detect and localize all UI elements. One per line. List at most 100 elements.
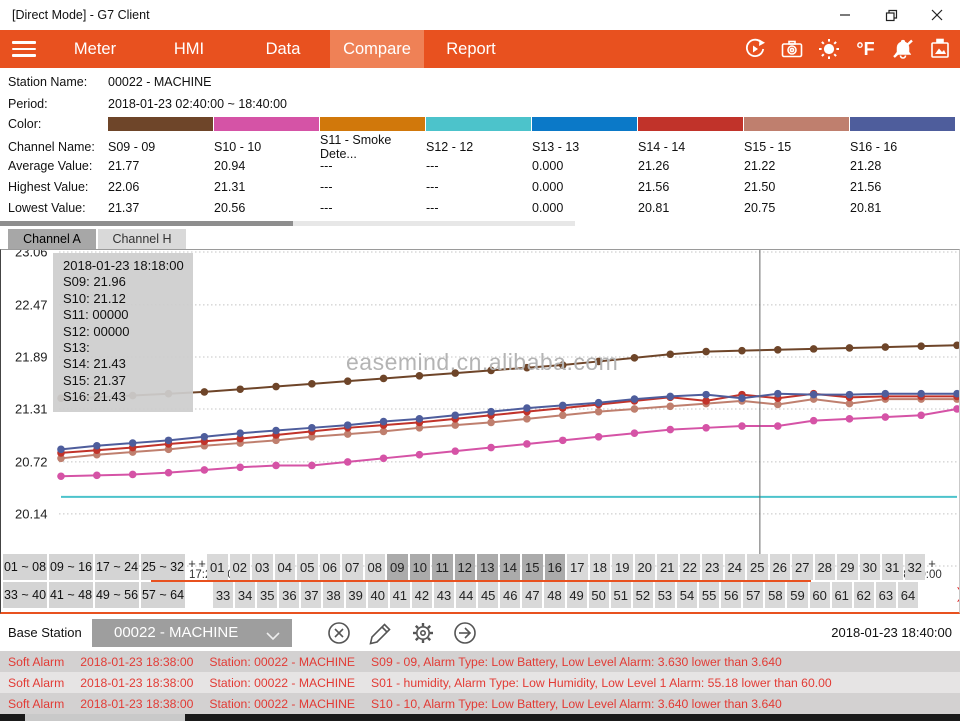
group-button-01~08[interactable]: 01 ~ 08 (3, 554, 47, 580)
restore-button[interactable] (868, 0, 914, 30)
channel-button-07[interactable]: 07 (342, 554, 363, 580)
channel-button-23[interactable]: 23 (702, 554, 723, 580)
brightness-sun-icon[interactable] (810, 30, 847, 68)
channel-button-47[interactable]: 47 (522, 582, 542, 608)
channel-button-63[interactable]: 63 (876, 582, 896, 608)
nav-item-meter[interactable]: Meter (48, 30, 142, 68)
channel-button-48[interactable]: 48 (544, 582, 564, 608)
channel-button-53[interactable]: 53 (655, 582, 675, 608)
info-scrollbar-thumb[interactable] (0, 221, 293, 226)
group-button-25~32[interactable]: 25 ~ 32 (141, 554, 185, 580)
channel-button-05[interactable]: 05 (297, 554, 318, 580)
channel-button-42[interactable]: 42 (412, 582, 432, 608)
channel-button-52[interactable]: 52 (633, 582, 653, 608)
group-button-17~24[interactable]: 17 ~ 24 (95, 554, 139, 580)
channel-button-39[interactable]: 39 (346, 582, 366, 608)
channel-button-64[interactable]: 64 (898, 582, 918, 608)
channel-button-17[interactable]: 17 (567, 554, 588, 580)
channel-button-29[interactable]: 29 (837, 554, 858, 580)
channel-button-08[interactable]: 08 (365, 554, 386, 580)
channel-button-24[interactable]: 24 (725, 554, 746, 580)
channel-button-18[interactable]: 18 (590, 554, 611, 580)
channel-button-06[interactable]: 06 (320, 554, 341, 580)
channel-button-22[interactable]: 22 (680, 554, 701, 580)
channel-button-62[interactable]: 62 (854, 582, 874, 608)
channel-button-01[interactable]: 01 (207, 554, 228, 580)
channel-button-61[interactable]: 61 (832, 582, 852, 608)
channel-button-51[interactable]: 51 (611, 582, 631, 608)
channel-button-03[interactable]: 03 (252, 554, 273, 580)
channel-button-13[interactable]: 13 (477, 554, 498, 580)
channel-button-54[interactable]: 54 (677, 582, 697, 608)
info-horizontal-scrollbar[interactable] (0, 221, 575, 226)
temperature-unit-icon[interactable]: °F (847, 30, 884, 68)
channel-button-36[interactable]: 36 (279, 582, 299, 608)
channel-button-10[interactable]: 10 (410, 554, 431, 580)
channel-button-27[interactable]: 27 (792, 554, 813, 580)
expand-plus[interactable]: + (187, 554, 197, 580)
group-button-09~16[interactable]: 09 ~ 16 (49, 554, 93, 580)
channel-button-20[interactable]: 20 (635, 554, 656, 580)
channel-button-45[interactable]: 45 (478, 582, 498, 608)
settings-gear-button[interactable] (410, 620, 436, 646)
group-button-49~56[interactable]: 49 ~ 56 (95, 582, 139, 608)
channel-button-49[interactable]: 49 (567, 582, 587, 608)
channel-button-40[interactable]: 40 (368, 582, 388, 608)
tab-channel-a[interactable]: Channel A (8, 229, 96, 249)
channel-button-26[interactable]: 26 (770, 554, 791, 580)
channel-button-58[interactable]: 58 (765, 582, 785, 608)
channel-button-25[interactable]: 25 (747, 554, 768, 580)
channel-button-12[interactable]: 12 (455, 554, 476, 580)
group-button-41~48[interactable]: 41 ~ 48 (49, 582, 93, 608)
channel-button-59[interactable]: 59 (787, 582, 807, 608)
hamburger-menu-icon[interactable] (0, 30, 48, 68)
nav-item-compare[interactable]: Compare (330, 30, 424, 68)
channel-button-21[interactable]: 21 (657, 554, 678, 580)
nav-item-report[interactable]: Report (424, 30, 518, 68)
channel-button-19[interactable]: 19 (612, 554, 633, 580)
channel-button-56[interactable]: 56 (721, 582, 741, 608)
compare-chart[interactable]: 23.0622.4721.8921.3120.7220.1419.56 ease… (0, 249, 960, 614)
channel-button-34[interactable]: 34 (235, 582, 255, 608)
screenshot-camera-icon[interactable] (773, 30, 810, 68)
channel-button-33[interactable]: 33 (213, 582, 233, 608)
channel-button-09[interactable]: 09 (387, 554, 408, 580)
group-button-33~40[interactable]: 33 ~ 40 (3, 582, 47, 608)
cancel-circle-button[interactable] (326, 620, 352, 646)
channel-button-11[interactable]: 11 (432, 554, 453, 580)
channel-button-55[interactable]: 55 (699, 582, 719, 608)
channel-button-30[interactable]: 30 (860, 554, 881, 580)
channel-button-43[interactable]: 43 (434, 582, 454, 608)
channel-button-15[interactable]: 15 (522, 554, 543, 580)
channel-button-35[interactable]: 35 (257, 582, 277, 608)
channel-button-50[interactable]: 50 (589, 582, 609, 608)
channel-button-57[interactable]: 57 (743, 582, 763, 608)
channel-button-31[interactable]: 31 (882, 554, 903, 580)
nav-item-data[interactable]: Data (236, 30, 330, 68)
expand-plus[interactable]: + (197, 554, 207, 580)
tab-channel-h[interactable]: Channel H (98, 229, 186, 249)
minimize-button[interactable] (822, 0, 868, 30)
channel-button-28[interactable]: 28 (815, 554, 836, 580)
alarm-mute-bell-icon[interactable] (884, 30, 921, 68)
channel-button-37[interactable]: 37 (301, 582, 321, 608)
group-button-57~64[interactable]: 57 ~ 64 (141, 582, 185, 608)
expand-plus[interactable]: + (927, 554, 937, 580)
edit-pencil-button[interactable] (368, 620, 394, 646)
channel-button-32[interactable]: 32 (905, 554, 926, 580)
nav-item-hmi[interactable]: HMI (142, 30, 236, 68)
base-station-dropdown[interactable]: 00022 - MACHINE (92, 619, 292, 647)
channel-button-38[interactable]: 38 (323, 582, 343, 608)
channel-button-60[interactable]: 60 (810, 582, 830, 608)
channel-button-02[interactable]: 02 (230, 554, 251, 580)
channel-button-41[interactable]: 41 (390, 582, 410, 608)
channel-button-46[interactable]: 46 (500, 582, 520, 608)
export-arrow-button[interactable] (452, 620, 478, 646)
channel-button-16[interactable]: 16 (545, 554, 566, 580)
channel-button-44[interactable]: 44 (456, 582, 476, 608)
close-button[interactable] (914, 0, 960, 30)
channel-button-04[interactable]: 04 (275, 554, 296, 580)
refresh-icon[interactable] (736, 30, 773, 68)
clear-images-icon[interactable] (921, 30, 958, 68)
channel-button-14[interactable]: 14 (500, 554, 521, 580)
